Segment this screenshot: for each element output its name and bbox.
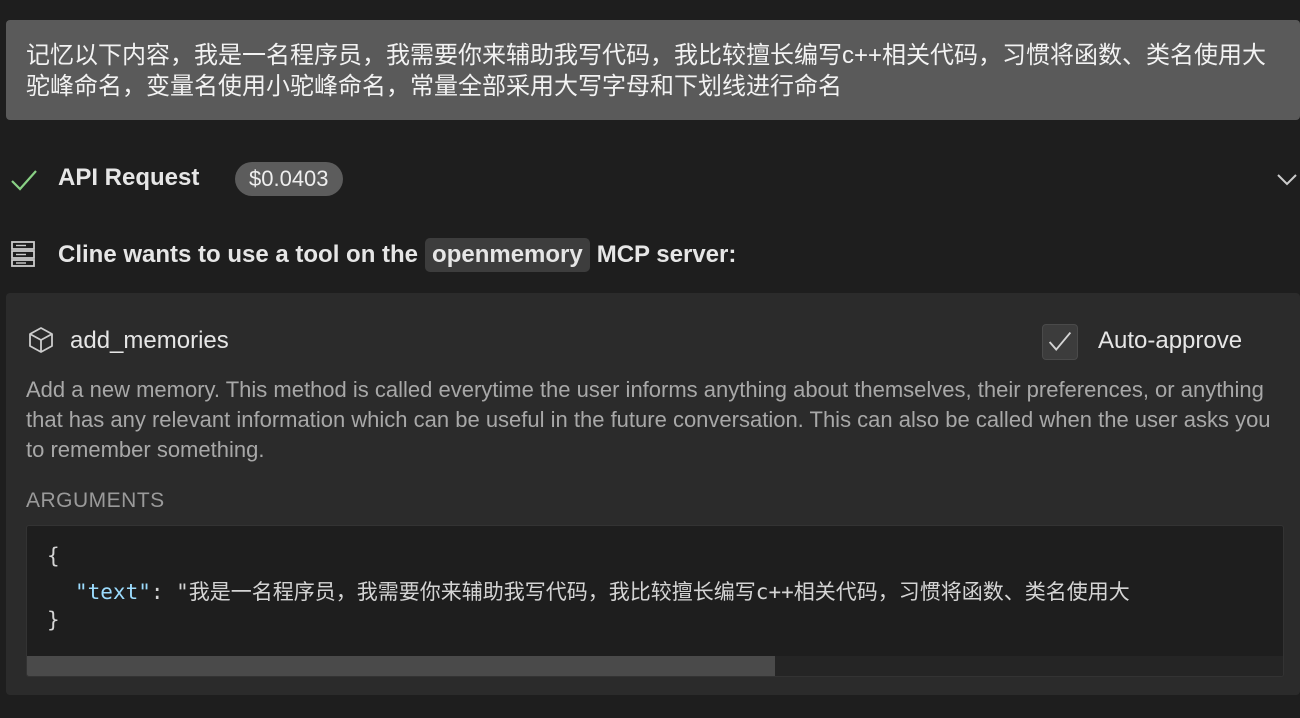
arguments-code-block: { "text": "我是一名程序员，我需要你来辅助我写代码，我比较擅长编写c+…	[26, 525, 1284, 677]
tool-description: Add a new memory. This method is called …	[26, 377, 1271, 462]
user-message-text: 记忆以下内容，我是一名程序员，我需要你来辅助我写代码，我比较擅长编写c++相关代…	[26, 42, 1267, 100]
tool-card: add_memories Auto-approve Add a new memo…	[6, 293, 1300, 695]
tool-request-prefix: Cline wants to use a tool on the	[58, 241, 419, 268]
server-icon	[11, 241, 35, 267]
checkmark-icon	[1048, 331, 1072, 352]
code-value: "我是一名程序员，我需要你来辅助我写代码，我比较擅长编写c++相关代码，习惯将函…	[176, 580, 1130, 604]
scrollbar-thumb[interactable]	[27, 656, 775, 676]
tool-request-suffix: MCP server:	[596, 241, 737, 268]
horizontal-scrollbar[interactable]	[27, 656, 1283, 676]
server-name-chip: openmemory	[425, 238, 590, 272]
check-icon	[11, 170, 37, 191]
tool-name: add_memories	[70, 327, 229, 354]
auto-approve-checkbox[interactable]	[1042, 324, 1078, 360]
chevron-down-icon[interactable]	[1276, 172, 1298, 186]
code-open-brace: {	[47, 544, 60, 568]
tool-request-title: Cline wants to use a tool on the openmem…	[58, 238, 736, 272]
cube-icon	[29, 327, 53, 353]
api-request-title: API Request	[58, 164, 200, 191]
code-colon: :	[150, 580, 177, 604]
user-message: 记忆以下内容，我是一名程序员，我需要你来辅助我写代码，我比较擅长编写c++相关代…	[6, 20, 1300, 120]
code-key: "text"	[75, 580, 151, 604]
code-close-brace: }	[47, 608, 60, 632]
tool-request-row: Cline wants to use a tool on the openmem…	[0, 234, 1300, 274]
api-request-row[interactable]: API Request $0.0403	[0, 160, 1300, 200]
arguments-label: ARGUMENTS	[26, 489, 165, 512]
auto-approve-label[interactable]: Auto-approve	[1098, 327, 1242, 355]
cost-badge: $0.0403	[235, 162, 343, 196]
code-text-line: "text": "我是一名程序员，我需要你来辅助我写代码，我比较擅长编写c++相…	[75, 576, 1130, 606]
